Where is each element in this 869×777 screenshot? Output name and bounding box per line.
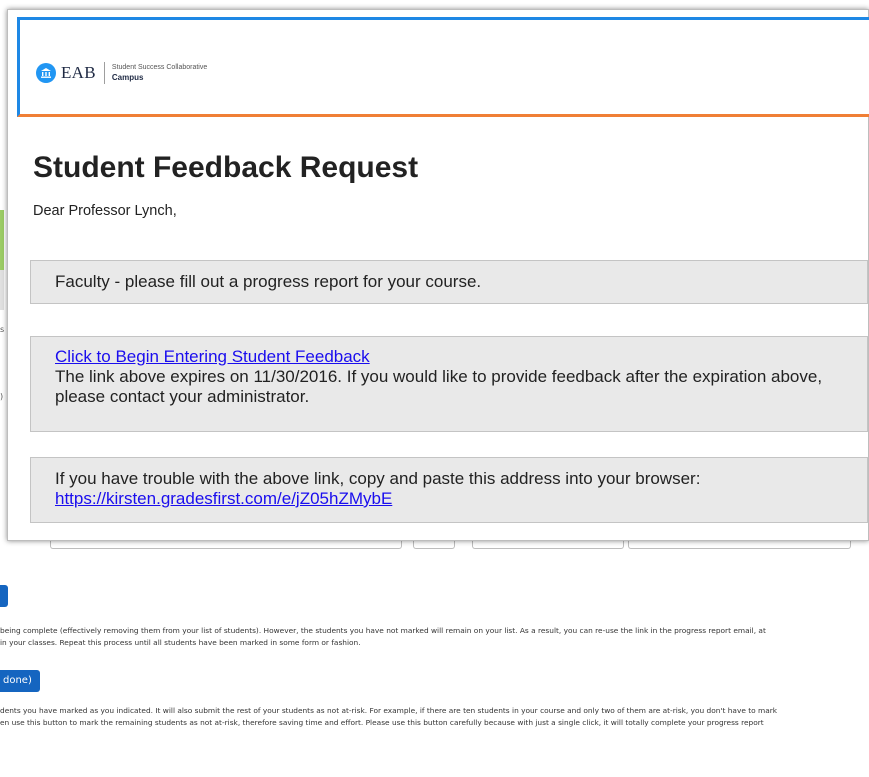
begin-feedback-link[interactable]: Click to Begin Entering Student Feedback: [55, 347, 370, 366]
eab-logo: EAB Student Success Collaborative Campus: [36, 62, 207, 84]
feedback-link-box: Click to Begin Entering Student Feedback…: [30, 336, 868, 432]
background-paragraph-2: dents you have marked as you indicated. …: [0, 705, 869, 729]
background-paragraph-line: dents you have marked as you indicated. …: [0, 706, 778, 715]
link-expiry-text: The link above expires on 11/30/2016. If…: [55, 367, 823, 406]
fallback-url-link[interactable]: https://kirsten.gradesfirst.com/e/jZ05hZ…: [55, 489, 392, 508]
faculty-instruction-box: Faculty - please fill out a progress rep…: [30, 260, 868, 304]
background-green-strip: [0, 210, 4, 270]
background-tick-mark: ): [0, 392, 4, 401]
background-paragraph-line: en use this button to mark the remaining…: [0, 718, 764, 727]
email-title: Student Feedback Request: [33, 151, 419, 184]
logo-subtitle: Student Success Collaborative Campus: [112, 63, 207, 83]
logo-divider: [103, 62, 105, 84]
logo-subtitle-line2: Campus: [111, 73, 144, 82]
faculty-instruction-text: Faculty - please fill out a progress rep…: [55, 272, 482, 291]
background-gray-strip: [0, 270, 4, 310]
background-paragraph-1: being complete (effectively removing the…: [0, 625, 869, 649]
eab-logo-text: EAB: [61, 63, 96, 82]
background-paragraph-line: in your classes. Repeat this process unt…: [0, 638, 361, 647]
eab-building-icon: [36, 63, 56, 83]
background-done-button[interactable]: done): [0, 670, 40, 692]
background-paragraph-line: being complete (effectively removing the…: [0, 626, 766, 635]
email-preview-modal: EAB Student Success Collaborative Campus…: [7, 9, 869, 541]
email-greeting: Dear Professor Lynch,: [33, 203, 177, 219]
background-tick-mark: s: [0, 325, 5, 334]
logo-subtitle-line1: Student Success Collaborative: [111, 64, 208, 71]
background-submit-button[interactable]: [0, 585, 8, 607]
fallback-instruction-text: If you have trouble with the above link,…: [55, 469, 701, 488]
fallback-url-box: If you have trouble with the above link,…: [30, 457, 868, 523]
email-header-banner: EAB Student Success Collaborative Campus: [17, 17, 869, 117]
